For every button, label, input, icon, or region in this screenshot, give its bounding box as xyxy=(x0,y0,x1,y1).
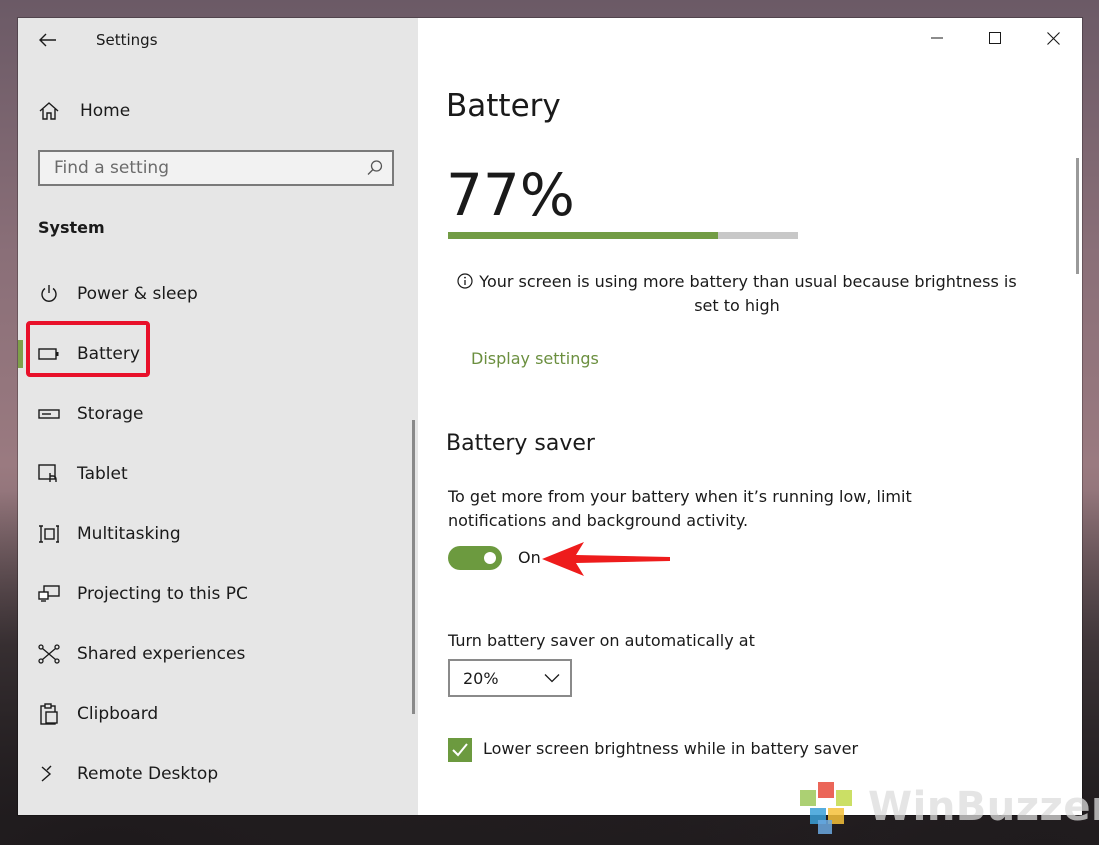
sidebar-item-label: Battery xyxy=(77,344,140,364)
battery-saver-description: To get more from your battery when it’s … xyxy=(448,487,912,530)
sidebar-item-remote-desktop[interactable]: Remote Desktop xyxy=(18,744,418,804)
watermark-text: WinBuzzer xyxy=(868,784,1099,830)
app-title: Settings xyxy=(96,31,158,49)
sidebar-item-label: Tablet xyxy=(77,464,128,484)
sidebar-item-label: Power & sleep xyxy=(77,284,198,304)
sidebar-scrollbar[interactable] xyxy=(412,420,415,714)
threshold-dropdown[interactable]: 20% xyxy=(448,659,572,697)
lower-brightness-label: Lower screen brightness while in battery… xyxy=(483,739,859,758)
brightness-info-message: Your screen is using more battery than u… xyxy=(452,270,1022,318)
page-title: Battery xyxy=(446,88,561,124)
battery-saver-toggle[interactable] xyxy=(448,546,502,570)
sidebar-item-label: Storage xyxy=(77,404,144,424)
sidebar-item-label: Shared experiences xyxy=(77,644,246,664)
winbuzzer-logo-icon xyxy=(800,782,852,834)
sidebar-item-label: Multitasking xyxy=(77,524,181,544)
main-content: Battery 77% Your screen is using more ba… xyxy=(418,18,1082,815)
chevron-down-icon xyxy=(544,674,560,683)
remote-desktop-icon xyxy=(38,763,60,785)
sidebar: Settings Home System Power & sleep Batte… xyxy=(18,18,418,815)
sidebar-item-shared-experiences[interactable]: Shared experiences xyxy=(18,624,418,684)
battery-saver-toggle-state: On xyxy=(518,548,541,567)
search-icon[interactable] xyxy=(366,159,384,177)
home-nav-item[interactable]: Home xyxy=(38,98,130,124)
tablet-icon xyxy=(38,463,60,485)
back-button[interactable] xyxy=(34,26,62,54)
threshold-value: 20% xyxy=(463,668,499,688)
info-text: Your screen is using more battery than u… xyxy=(479,272,1017,315)
main-scrollbar[interactable] xyxy=(1076,158,1079,274)
winbuzzer-watermark: WinBuzzer xyxy=(796,778,1099,836)
settings-window: Settings Home System Power & sleep Batte… xyxy=(18,18,1082,815)
close-button[interactable] xyxy=(1024,18,1082,58)
projecting-icon xyxy=(38,583,60,605)
sidebar-item-projecting[interactable]: Projecting to this PC xyxy=(18,564,418,624)
sidebar-item-tablet[interactable]: Tablet xyxy=(18,444,418,504)
window-controls xyxy=(908,18,1082,58)
battery-level-bar xyxy=(448,232,798,239)
minimize-button[interactable] xyxy=(908,18,966,58)
sidebar-item-storage[interactable]: Storage xyxy=(18,384,418,444)
storage-icon xyxy=(38,403,60,425)
sidebar-item-power-sleep[interactable]: Power & sleep xyxy=(18,264,418,324)
checkmark-icon xyxy=(452,743,468,757)
power-icon xyxy=(38,283,60,305)
sidebar-item-label: Remote Desktop xyxy=(77,764,219,784)
toggle-knob xyxy=(484,552,496,564)
sidebar-item-battery[interactable]: Battery xyxy=(18,324,418,384)
sidebar-item-multitasking[interactable]: Multitasking xyxy=(18,504,418,564)
search-input[interactable] xyxy=(40,152,388,184)
home-icon xyxy=(39,102,59,120)
auto-threshold-label: Turn battery saver on automatically at xyxy=(448,631,755,650)
home-label: Home xyxy=(80,101,131,121)
red-arrow-annotation xyxy=(542,542,670,576)
lower-brightness-checkbox[interactable] xyxy=(448,738,472,762)
battery-saver-heading: Battery saver xyxy=(446,431,595,456)
info-icon xyxy=(457,273,473,289)
shared-experiences-icon xyxy=(38,643,60,665)
search-box[interactable] xyxy=(38,150,394,186)
sidebar-item-clipboard[interactable]: Clipboard xyxy=(18,684,418,744)
minimize-icon xyxy=(931,37,943,39)
section-heading-system: System xyxy=(38,218,105,237)
battery-percentage: 77% xyxy=(446,161,575,229)
battery-icon xyxy=(38,343,60,365)
sidebar-item-label: Projecting to this PC xyxy=(77,584,248,604)
maximize-icon xyxy=(989,32,1001,44)
back-arrow-icon xyxy=(39,33,56,47)
maximize-button[interactable] xyxy=(966,18,1024,58)
sidebar-nav: Power & sleep Battery Storage Tablet Mul… xyxy=(18,264,418,804)
battery-level-fill xyxy=(448,232,718,239)
sidebar-item-label: Clipboard xyxy=(77,704,159,724)
close-icon xyxy=(1046,31,1060,45)
multitasking-icon xyxy=(38,523,60,545)
clipboard-icon xyxy=(38,703,60,725)
display-settings-link[interactable]: Display settings xyxy=(471,349,599,368)
